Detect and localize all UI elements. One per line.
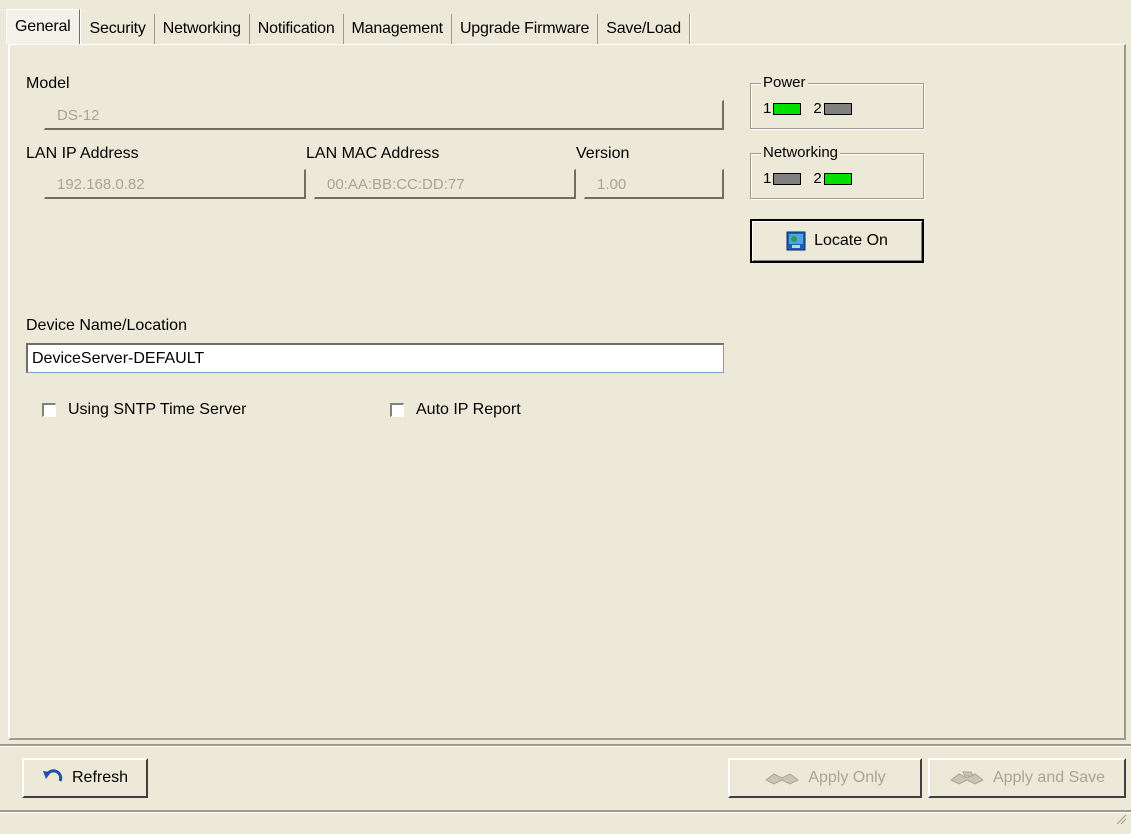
apply-only-icon: [764, 770, 800, 786]
power-title: Power: [761, 74, 808, 91]
status-separator: [0, 810, 1131, 813]
power-led-2-icon: [823, 102, 852, 115]
networking-led-2-icon: [823, 172, 852, 185]
power-led-1-icon: [773, 102, 802, 115]
auto-ip-checkbox[interactable]: [390, 403, 404, 417]
version-field: 1.00: [584, 169, 724, 199]
apply-and-save-label: Apply and Save: [992, 769, 1106, 786]
power-groupbox: Power 1 2: [750, 74, 924, 129]
tab-save-load[interactable]: Save/Load: [598, 14, 690, 44]
tab-general[interactable]: General: [6, 9, 80, 44]
networking-led-1-icon: [773, 172, 802, 185]
general-panel: Model DS-12 LAN IP Address 192.168.0.82 …: [8, 44, 1126, 740]
auto-ip-label: Auto IP Report: [416, 401, 521, 418]
bottom-separator: [0, 744, 1131, 747]
networking-led-1-number: 1: [763, 170, 772, 187]
refresh-button[interactable]: Refresh: [22, 758, 148, 798]
lan-mac-label: LAN MAC Address: [306, 145, 440, 162]
sntp-label: Using SNTP Time Server: [68, 401, 247, 418]
apply-and-save-icon: [949, 770, 985, 786]
apply-only-label: Apply Only: [808, 769, 886, 786]
model-label: Model: [26, 75, 70, 92]
resize-grip-icon[interactable]: [1115, 812, 1127, 830]
apply-only-button[interactable]: Apply Only: [728, 758, 922, 798]
device-name-input[interactable]: DeviceServer-DEFAULT: [26, 343, 724, 373]
tab-networking[interactable]: Networking: [154, 14, 250, 44]
tab-upgrade-firmware[interactable]: Upgrade Firmware: [451, 14, 599, 44]
auto-ip-checkbox-row[interactable]: Auto IP Report: [390, 401, 521, 419]
refresh-icon: [42, 769, 64, 787]
networking-groupbox: Networking 1 2: [750, 144, 924, 199]
sntp-checkbox-row[interactable]: Using SNTP Time Server: [42, 401, 246, 419]
tab-notification[interactable]: Notification: [249, 14, 344, 44]
networking-led-2-number: 2: [813, 170, 822, 187]
lan-ip-label: LAN IP Address: [26, 145, 139, 162]
locate-on-button[interactable]: Locate On: [750, 219, 924, 263]
sntp-checkbox[interactable]: [42, 403, 56, 417]
apply-and-save-button[interactable]: Apply and Save: [928, 758, 1126, 798]
refresh-label: Refresh: [71, 769, 129, 786]
networking-title: Networking: [761, 144, 841, 161]
model-field: DS-12: [44, 100, 724, 130]
tab-security[interactable]: Security: [81, 14, 155, 44]
version-label: Version: [576, 145, 630, 162]
lan-ip-field: 192.168.0.82: [44, 169, 306, 199]
power-led-1-number: 1: [763, 100, 772, 117]
tab-strip: General Security Networking Notification…: [6, 8, 690, 44]
lan-mac-field: 00:AA:BB:CC:DD:77: [314, 169, 576, 199]
power-led-2-number: 2: [813, 100, 822, 117]
tab-management[interactable]: Management: [343, 14, 452, 44]
locate-icon: [786, 231, 806, 251]
device-name-label: Device Name/Location: [26, 317, 187, 334]
locate-on-label: Locate On: [814, 232, 888, 249]
